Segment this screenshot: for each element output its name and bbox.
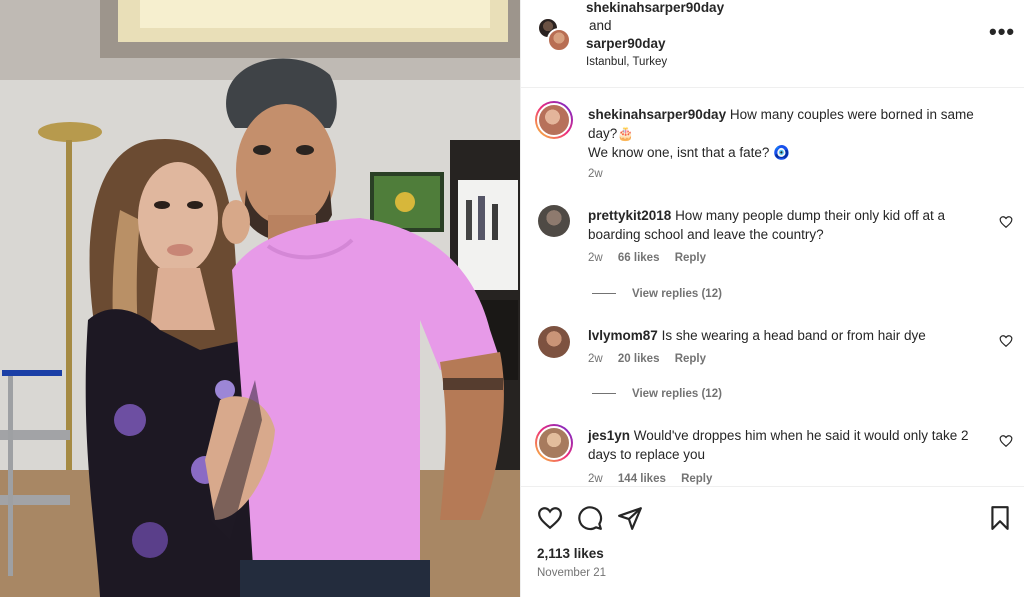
view-replies-button[interactable]: View replies (12): [592, 288, 722, 300]
comment-text: Is she wearing a head band or from hair …: [661, 328, 926, 343]
reply-button[interactable]: Reply: [675, 252, 706, 264]
comment-likes[interactable]: 20 likes: [618, 353, 660, 365]
location-link[interactable]: Istanbul, Turkey: [586, 56, 667, 68]
view-replies-label: View replies (12): [632, 388, 722, 400]
share-icon[interactable]: [617, 505, 643, 531]
caption-text-line2: We know one, isnt that a fate? 🧿: [588, 145, 790, 160]
post-header: shekinahsarper90day and sarper90day Ista…: [521, 0, 1024, 88]
comments-list[interactable]: shekinahsarper90day How many couples wer…: [521, 89, 1024, 485]
comment-timestamp: 2w: [588, 353, 603, 365]
author-username[interactable]: shekinahsarper90day: [586, 0, 724, 15]
heart-icon[interactable]: [999, 215, 1013, 229]
post-date: November 21: [537, 567, 607, 579]
heart-icon[interactable]: [999, 334, 1013, 348]
replies-divider: [592, 293, 616, 295]
post-photo[interactable]: [0, 0, 520, 597]
post-side-panel: shekinahsarper90day and sarper90day Ista…: [520, 0, 1024, 597]
view-replies-label: View replies (12): [632, 288, 722, 300]
comment-likes[interactable]: 66 likes: [618, 252, 660, 264]
comment-likes[interactable]: 144 likes: [618, 473, 666, 485]
caption-timestamp: 2w: [588, 168, 603, 180]
avatar[interactable]: [535, 424, 573, 462]
bookmark-icon[interactable]: [987, 505, 1013, 531]
avatar[interactable]: [547, 28, 571, 52]
collab-joiner-text: and: [589, 18, 612, 33]
view-replies-button[interactable]: View replies (12): [592, 388, 722, 400]
caption-username[interactable]: shekinahsarper90day: [588, 107, 726, 122]
likes-count[interactable]: 2,113 likes: [537, 546, 604, 561]
reply-button[interactable]: Reply: [681, 473, 712, 485]
post-actions: 2,113 likes November 21: [521, 486, 1024, 597]
comment-username[interactable]: lvlymom87: [588, 328, 658, 343]
avatar[interactable]: [538, 326, 570, 358]
comment-icon[interactable]: [577, 505, 603, 531]
reply-button[interactable]: Reply: [675, 353, 706, 365]
collaborator-username[interactable]: sarper90day: [586, 36, 666, 51]
avatar[interactable]: [538, 205, 570, 237]
comment-text: Would've droppes him when he said it wou…: [588, 428, 969, 462]
replies-divider: [592, 393, 616, 395]
comment-username[interactable]: prettykit2018: [588, 208, 671, 223]
comment-timestamp: 2w: [588, 252, 603, 264]
heart-icon[interactable]: [999, 434, 1013, 448]
comment-timestamp: 2w: [588, 473, 603, 485]
avatar[interactable]: [535, 101, 573, 139]
heart-icon[interactable]: [537, 505, 563, 531]
comment-username[interactable]: jes1yn: [588, 428, 630, 443]
couple-photo-illustration: [0, 0, 520, 597]
more-horizontal-icon[interactable]: •••: [989, 21, 1015, 43]
